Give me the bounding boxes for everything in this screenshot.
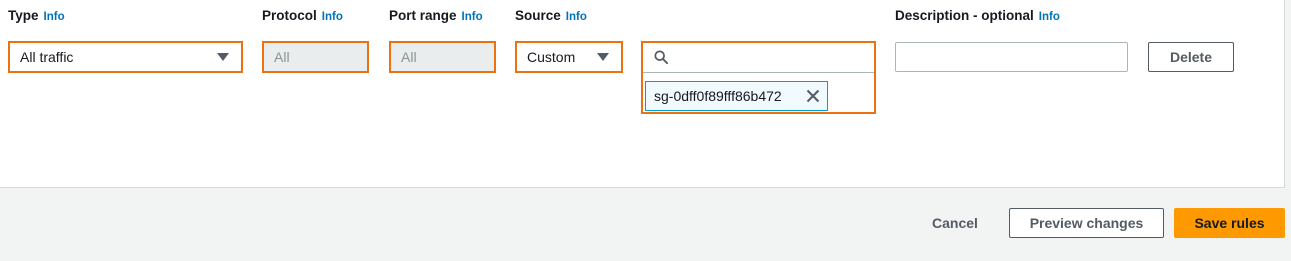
security-group-token: sg-0dff0f89fff86b472: [645, 81, 828, 111]
security-group-token-label: sg-0dff0f89fff86b472: [654, 88, 782, 104]
cancel-button[interactable]: Cancel: [918, 208, 992, 238]
source-select-value: Custom: [527, 49, 576, 65]
type-select[interactable]: All traffic: [8, 41, 243, 73]
protocol-label-text: Protocol: [262, 8, 317, 23]
port-range-field-value: All: [401, 49, 417, 65]
save-rules-button-label: Save rules: [1194, 215, 1265, 231]
chevron-down-icon: [217, 53, 229, 61]
source-search-input[interactable]: [643, 43, 874, 73]
source-label-text: Source: [515, 8, 561, 23]
search-icon: [654, 50, 668, 64]
source-label: Source Info: [515, 8, 587, 23]
type-label: Type Info: [8, 8, 65, 23]
delete-rule-button[interactable]: Delete: [1148, 42, 1234, 72]
description-input[interactable]: [895, 42, 1128, 72]
port-range-info-link[interactable]: Info: [462, 11, 483, 23]
delete-rule-button-label: Delete: [1169, 49, 1213, 65]
inbound-rule-panel: Type Info Protocol Info Port range Info Sou…: [0, 0, 1285, 188]
source-info-link[interactable]: Info: [566, 11, 587, 23]
protocol-field: All: [262, 41, 369, 73]
preview-changes-button[interactable]: Preview changes: [1009, 208, 1164, 238]
chevron-down-icon: [597, 53, 609, 61]
port-range-label: Port range Info: [389, 8, 483, 23]
port-range-field: All: [389, 41, 496, 73]
close-icon[interactable]: [806, 89, 820, 103]
protocol-label: Protocol Info: [262, 8, 343, 23]
save-rules-button[interactable]: Save rules: [1174, 208, 1285, 238]
cancel-button-label: Cancel: [932, 215, 978, 231]
protocol-info-link[interactable]: Info: [322, 11, 343, 23]
type-select-value: All traffic: [20, 49, 74, 65]
source-select[interactable]: Custom: [515, 41, 623, 73]
type-info-link[interactable]: Info: [44, 11, 65, 23]
description-label-text: Description - optional: [895, 8, 1034, 23]
description-label: Description - optional Info: [895, 8, 1060, 23]
description-info-link[interactable]: Info: [1039, 11, 1060, 23]
port-range-label-text: Port range: [389, 8, 457, 23]
protocol-field-value: All: [274, 49, 290, 65]
preview-changes-button-label: Preview changes: [1029, 215, 1144, 231]
source-autosuggest: sg-0dff0f89fff86b472: [641, 41, 876, 114]
type-label-text: Type: [8, 8, 39, 23]
